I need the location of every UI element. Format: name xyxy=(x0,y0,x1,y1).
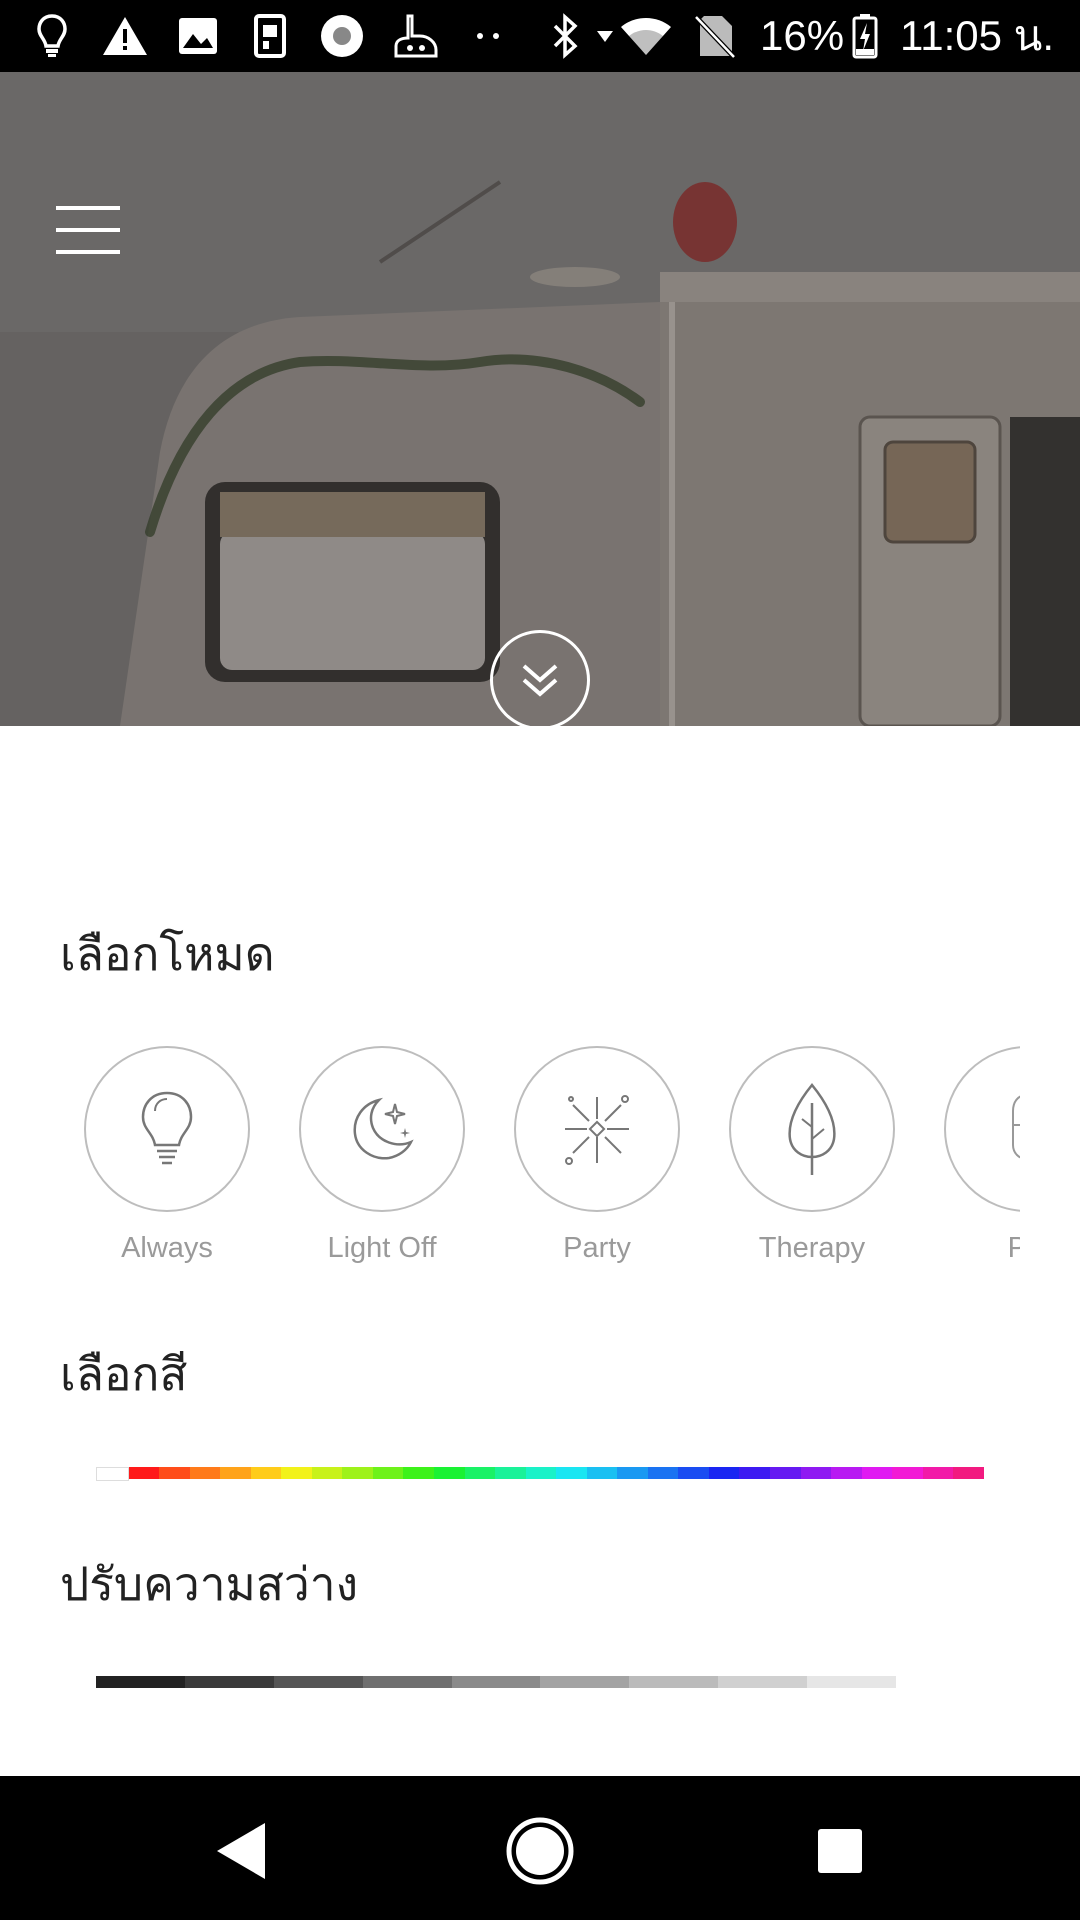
color-swatch[interactable] xyxy=(525,1467,557,1479)
brightness-step[interactable] xyxy=(273,1676,363,1688)
color-swatch[interactable] xyxy=(861,1467,893,1479)
leaf-icon xyxy=(729,1046,895,1212)
color-swatch[interactable] xyxy=(953,1467,984,1479)
brightness-step[interactable] xyxy=(718,1676,808,1688)
warning-icon xyxy=(100,12,150,60)
back-triangle-icon[interactable] xyxy=(196,1806,286,1896)
brightness-step[interactable] xyxy=(540,1676,630,1688)
color-swatch[interactable] xyxy=(922,1467,954,1479)
home-circle-icon[interactable] xyxy=(495,1806,585,1896)
color-section-title: เลือกสี xyxy=(60,1347,188,1401)
bulb-icon xyxy=(34,12,70,60)
color-swatch[interactable] xyxy=(708,1467,740,1479)
color-swatch[interactable] xyxy=(372,1467,404,1479)
mode-label: Light Off xyxy=(327,1232,437,1264)
color-swatch[interactable] xyxy=(128,1467,160,1479)
mode-label: Therapy xyxy=(758,1232,866,1264)
clock: 11:05 น. xyxy=(900,12,1055,59)
color-swatch[interactable] xyxy=(495,1467,526,1479)
color-swatch[interactable] xyxy=(464,1467,496,1479)
status-bar: 16% 11:05 น. xyxy=(0,0,1080,72)
color-swatch[interactable] xyxy=(647,1467,679,1479)
mode-label: Always xyxy=(121,1232,213,1264)
color-swatch[interactable] xyxy=(831,1467,862,1479)
color-swatch[interactable] xyxy=(342,1467,373,1479)
color-swatch[interactable] xyxy=(311,1467,343,1479)
brightness-step[interactable] xyxy=(96,1676,185,1688)
color-swatch[interactable] xyxy=(800,1467,832,1479)
mode-party[interactable]: Party xyxy=(512,1046,682,1265)
battery-percent: 16% xyxy=(760,12,845,59)
brightness-step[interactable] xyxy=(629,1676,719,1688)
lantern-icon xyxy=(944,1046,1020,1212)
hand-app-icon xyxy=(390,12,440,60)
brightness-step[interactable] xyxy=(807,1676,897,1688)
color-swatch[interactable] xyxy=(678,1467,709,1479)
mode-carousel[interactable]: Always Light Off Party Therapy PP xyxy=(60,1046,1020,1286)
battery-icon xyxy=(850,12,880,60)
mode-pp[interactable]: PP xyxy=(942,1046,1020,1265)
color-swatch[interactable] xyxy=(189,1467,221,1479)
color-swatch[interactable] xyxy=(159,1467,190,1479)
double-chevron-down-icon[interactable] xyxy=(490,630,590,726)
hero-image xyxy=(0,72,1080,726)
brightness-section-title: ปรับความสว่าง xyxy=(60,1557,359,1611)
mode-label: PP xyxy=(1007,1232,1020,1264)
color-picker-bar[interactable] xyxy=(96,1467,984,1481)
more-dots-icon xyxy=(470,12,506,60)
color-swatch[interactable] xyxy=(556,1467,587,1479)
lightbulb-icon xyxy=(84,1046,250,1212)
color-swatch[interactable] xyxy=(739,1467,771,1479)
color-swatch[interactable] xyxy=(403,1467,435,1479)
wifi-icon xyxy=(618,12,674,60)
brightness-step[interactable] xyxy=(451,1676,541,1688)
caravan-photo xyxy=(0,72,1080,726)
mode-therapy[interactable]: Therapy xyxy=(727,1046,897,1265)
color-swatch[interactable] xyxy=(892,1467,923,1479)
record-icon xyxy=(318,12,366,60)
hamburger-menu-icon[interactable] xyxy=(56,206,126,254)
mode-always[interactable]: Always xyxy=(82,1046,252,1265)
no-sim-icon xyxy=(692,12,738,60)
color-swatch[interactable] xyxy=(434,1467,465,1479)
moon-stars-icon xyxy=(299,1046,465,1212)
brightness-step[interactable] xyxy=(184,1676,274,1688)
color-swatch[interactable] xyxy=(770,1467,801,1479)
image-icon xyxy=(175,12,221,60)
color-swatch[interactable] xyxy=(617,1467,648,1479)
signal-arrow-icon xyxy=(595,12,615,60)
color-swatch[interactable] xyxy=(281,1467,312,1479)
mode-light-off[interactable]: Light Off xyxy=(297,1046,467,1265)
color-swatch[interactable] xyxy=(220,1467,251,1479)
mode-label: Party xyxy=(563,1232,631,1264)
firework-icon xyxy=(514,1046,680,1212)
recents-square-icon[interactable] xyxy=(795,1806,885,1896)
brightness-step[interactable] xyxy=(362,1676,452,1688)
color-swatch[interactable] xyxy=(96,1467,129,1481)
navigation-bar xyxy=(0,1776,1080,1920)
color-swatch[interactable] xyxy=(250,1467,282,1479)
sim-icon xyxy=(250,12,290,60)
brightness-slider-bar[interactable] xyxy=(96,1676,897,1688)
mode-section-title: เลือกโหมด xyxy=(60,927,275,981)
color-swatch[interactable] xyxy=(586,1467,618,1479)
bluetooth-icon xyxy=(545,12,585,60)
